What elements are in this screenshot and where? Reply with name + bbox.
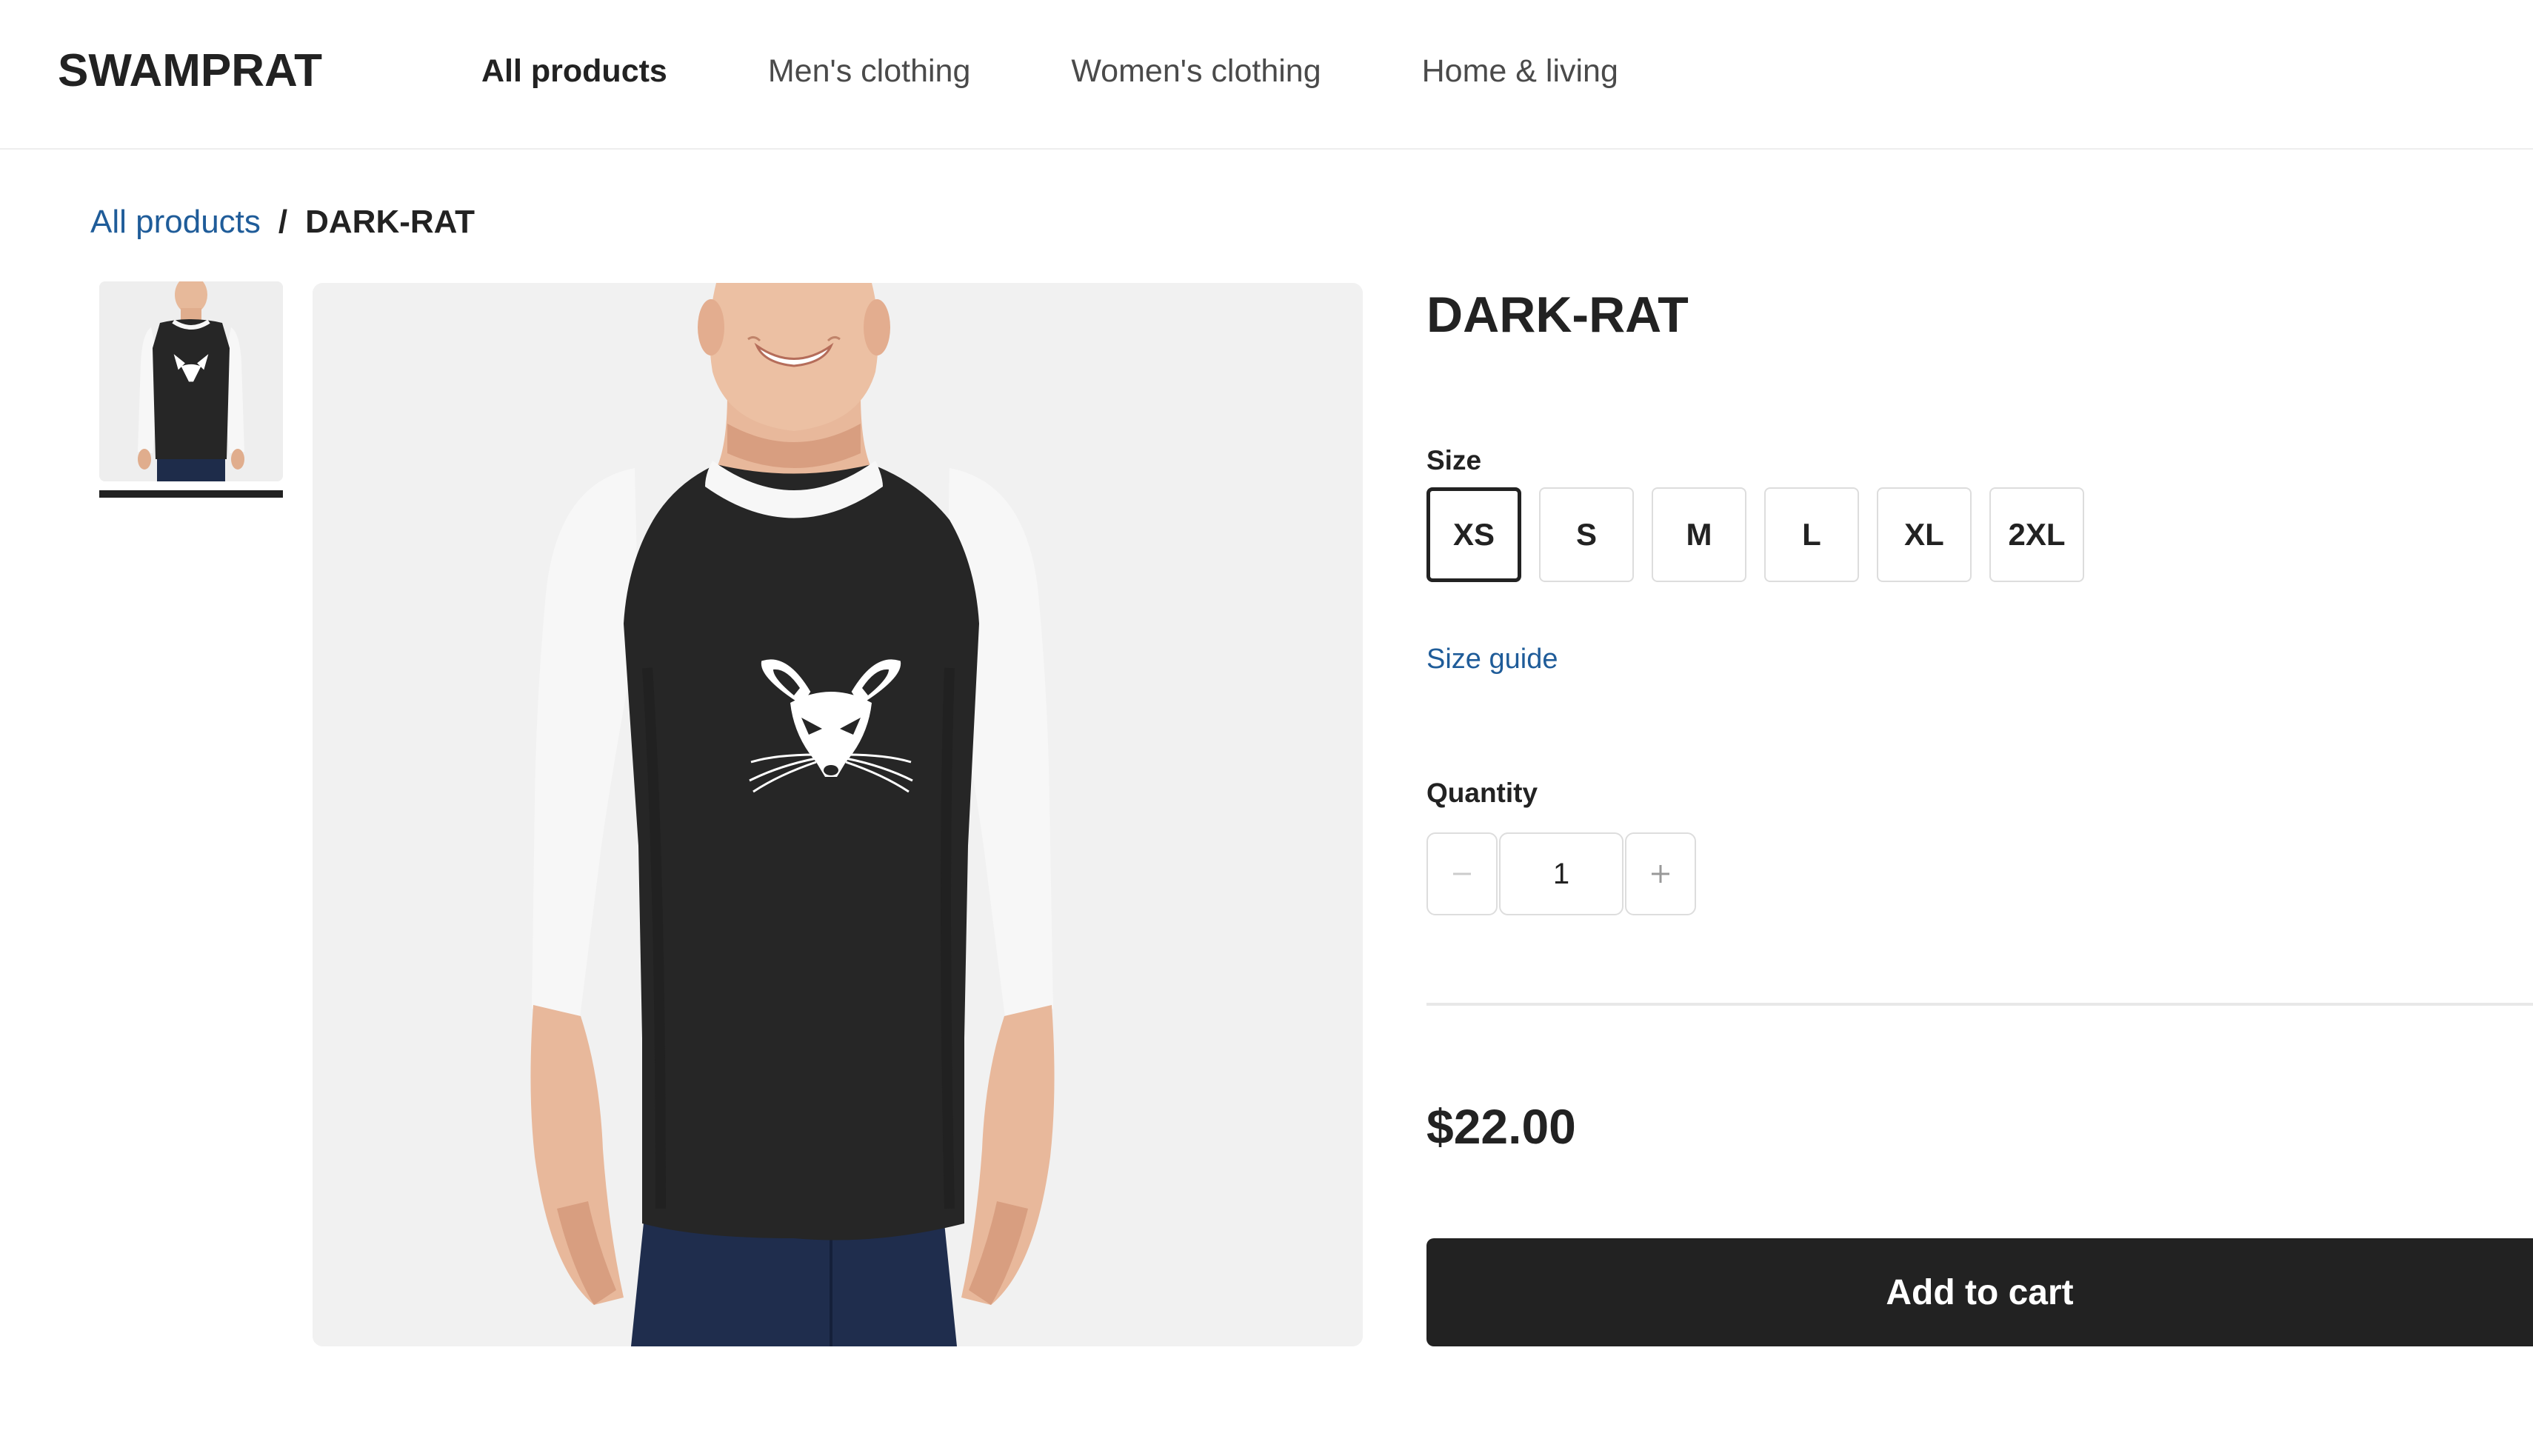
- nav-mens-clothing[interactable]: Men's clothing: [768, 49, 971, 93]
- size-options: XS S M L XL 2XL: [1426, 487, 2102, 582]
- nav-home-living[interactable]: Home & living: [1422, 49, 1618, 93]
- nav-womens-clothing[interactable]: Women's clothing: [1071, 49, 1321, 93]
- product-photo: [313, 283, 1363, 1346]
- product-thumbnail[interactable]: [99, 281, 283, 481]
- thumbnail-image: [99, 281, 283, 481]
- size-option-xs[interactable]: XS: [1426, 487, 1521, 582]
- section-divider: [1426, 1003, 2533, 1006]
- quantity-decrease-button[interactable]: [1426, 832, 1498, 915]
- breadcrumb-current: DARK-RAT: [305, 204, 475, 240]
- size-label: Size: [1426, 445, 1482, 475]
- plus-icon: [1652, 865, 1669, 883]
- quantity-increase-button[interactable]: [1625, 832, 1696, 915]
- quantity-stepper: [1426, 832, 1696, 915]
- minus-icon: [1453, 872, 1471, 875]
- breadcrumb-all-products-link[interactable]: All products: [90, 200, 261, 244]
- add-to-cart-label: Add to cart: [1886, 1272, 2074, 1312]
- breadcrumb-separator: /: [278, 204, 288, 240]
- size-option-2xl[interactable]: 2XL: [1989, 487, 2084, 582]
- quantity-label: Quantity: [1426, 778, 1538, 808]
- add-to-cart-button[interactable]: Add to cart: [1426, 1238, 2533, 1346]
- breadcrumb: All products / DARK-RAT: [90, 200, 475, 244]
- product-price: $22.00: [1426, 1099, 1576, 1154]
- brand-logo[interactable]: SWAMPRAT: [58, 44, 322, 98]
- size-option-s[interactable]: S: [1539, 487, 1634, 582]
- size-option-l[interactable]: L: [1764, 487, 1859, 582]
- product-title: DARK-RAT: [1426, 287, 1689, 343]
- nav-all-products[interactable]: All products: [481, 49, 667, 93]
- quantity-input[interactable]: [1499, 832, 1623, 915]
- site-header: SWAMPRAT All products Men's clothing Wom…: [0, 0, 2533, 150]
- main-nav: All products Men's clothing Women's clot…: [481, 49, 1719, 93]
- size-guide-link[interactable]: Size guide: [1426, 640, 1558, 678]
- thumbnail-selected-indicator: [99, 490, 283, 498]
- size-option-xl[interactable]: XL: [1877, 487, 1972, 582]
- size-option-m[interactable]: M: [1652, 487, 1746, 582]
- product-main-image[interactable]: [313, 283, 1363, 1346]
